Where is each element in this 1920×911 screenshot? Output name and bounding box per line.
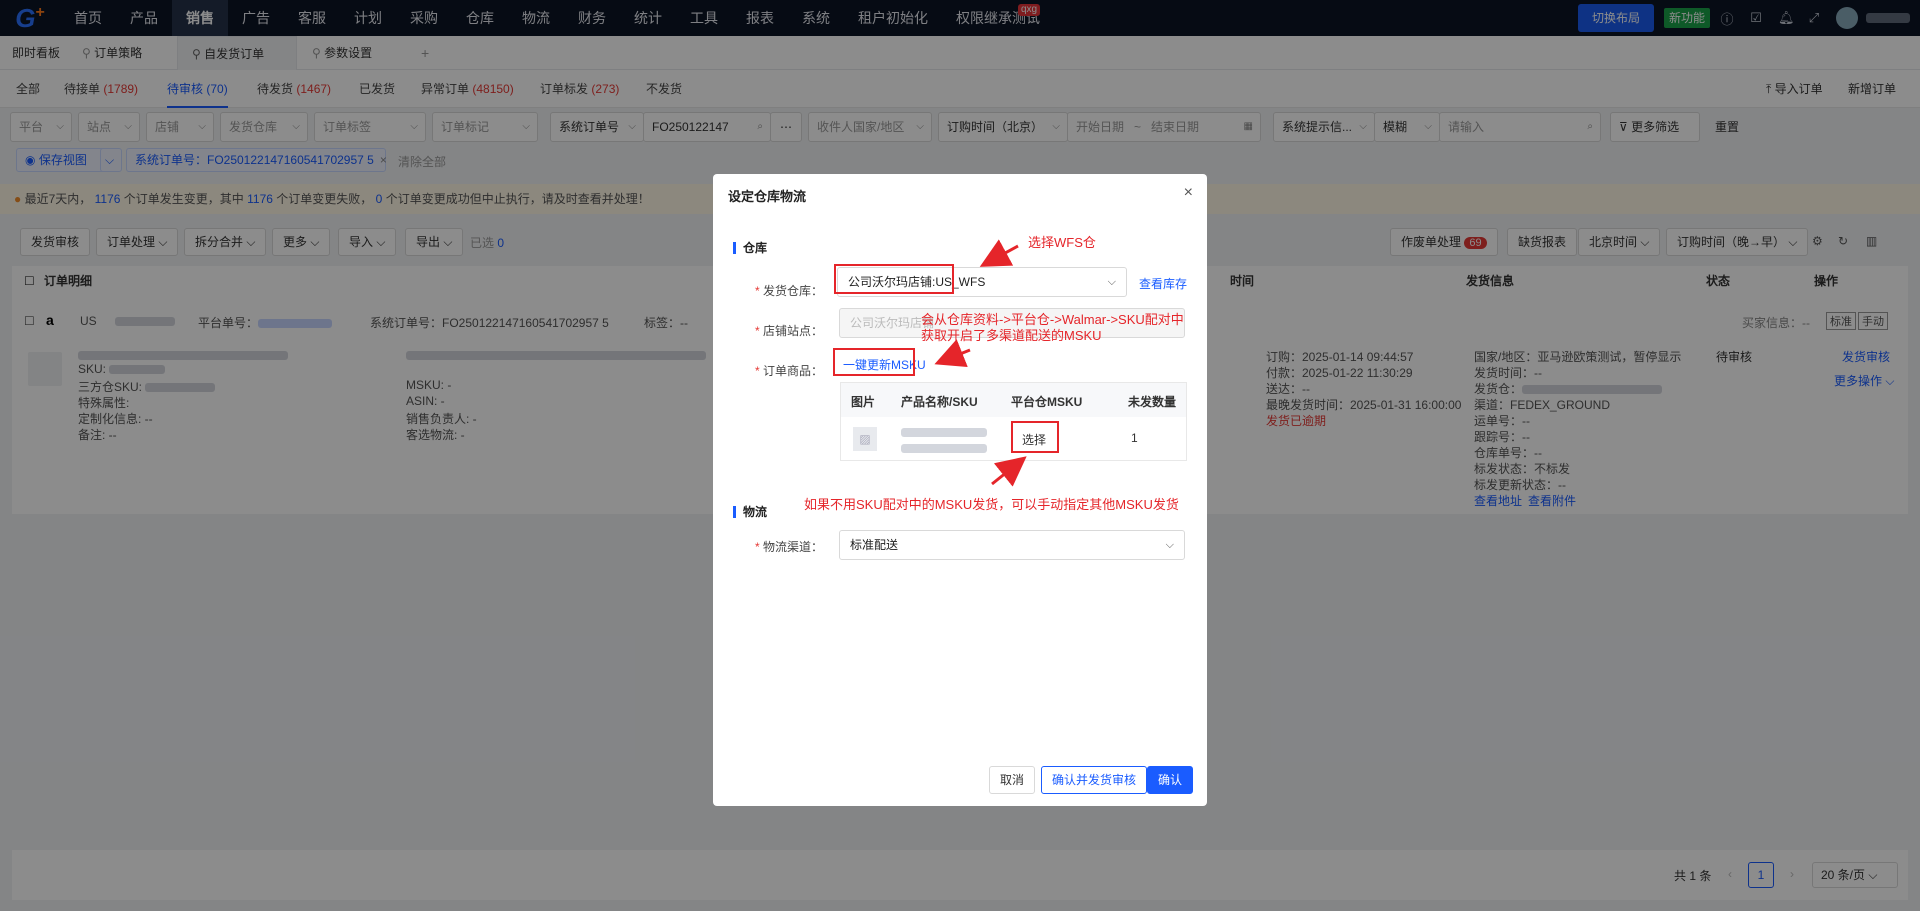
arrow-icon [934, 339, 971, 368]
arrow-icon [979, 239, 1019, 267]
arrow-icon [991, 456, 1027, 487]
annotation-arrows [934, 239, 1027, 487]
